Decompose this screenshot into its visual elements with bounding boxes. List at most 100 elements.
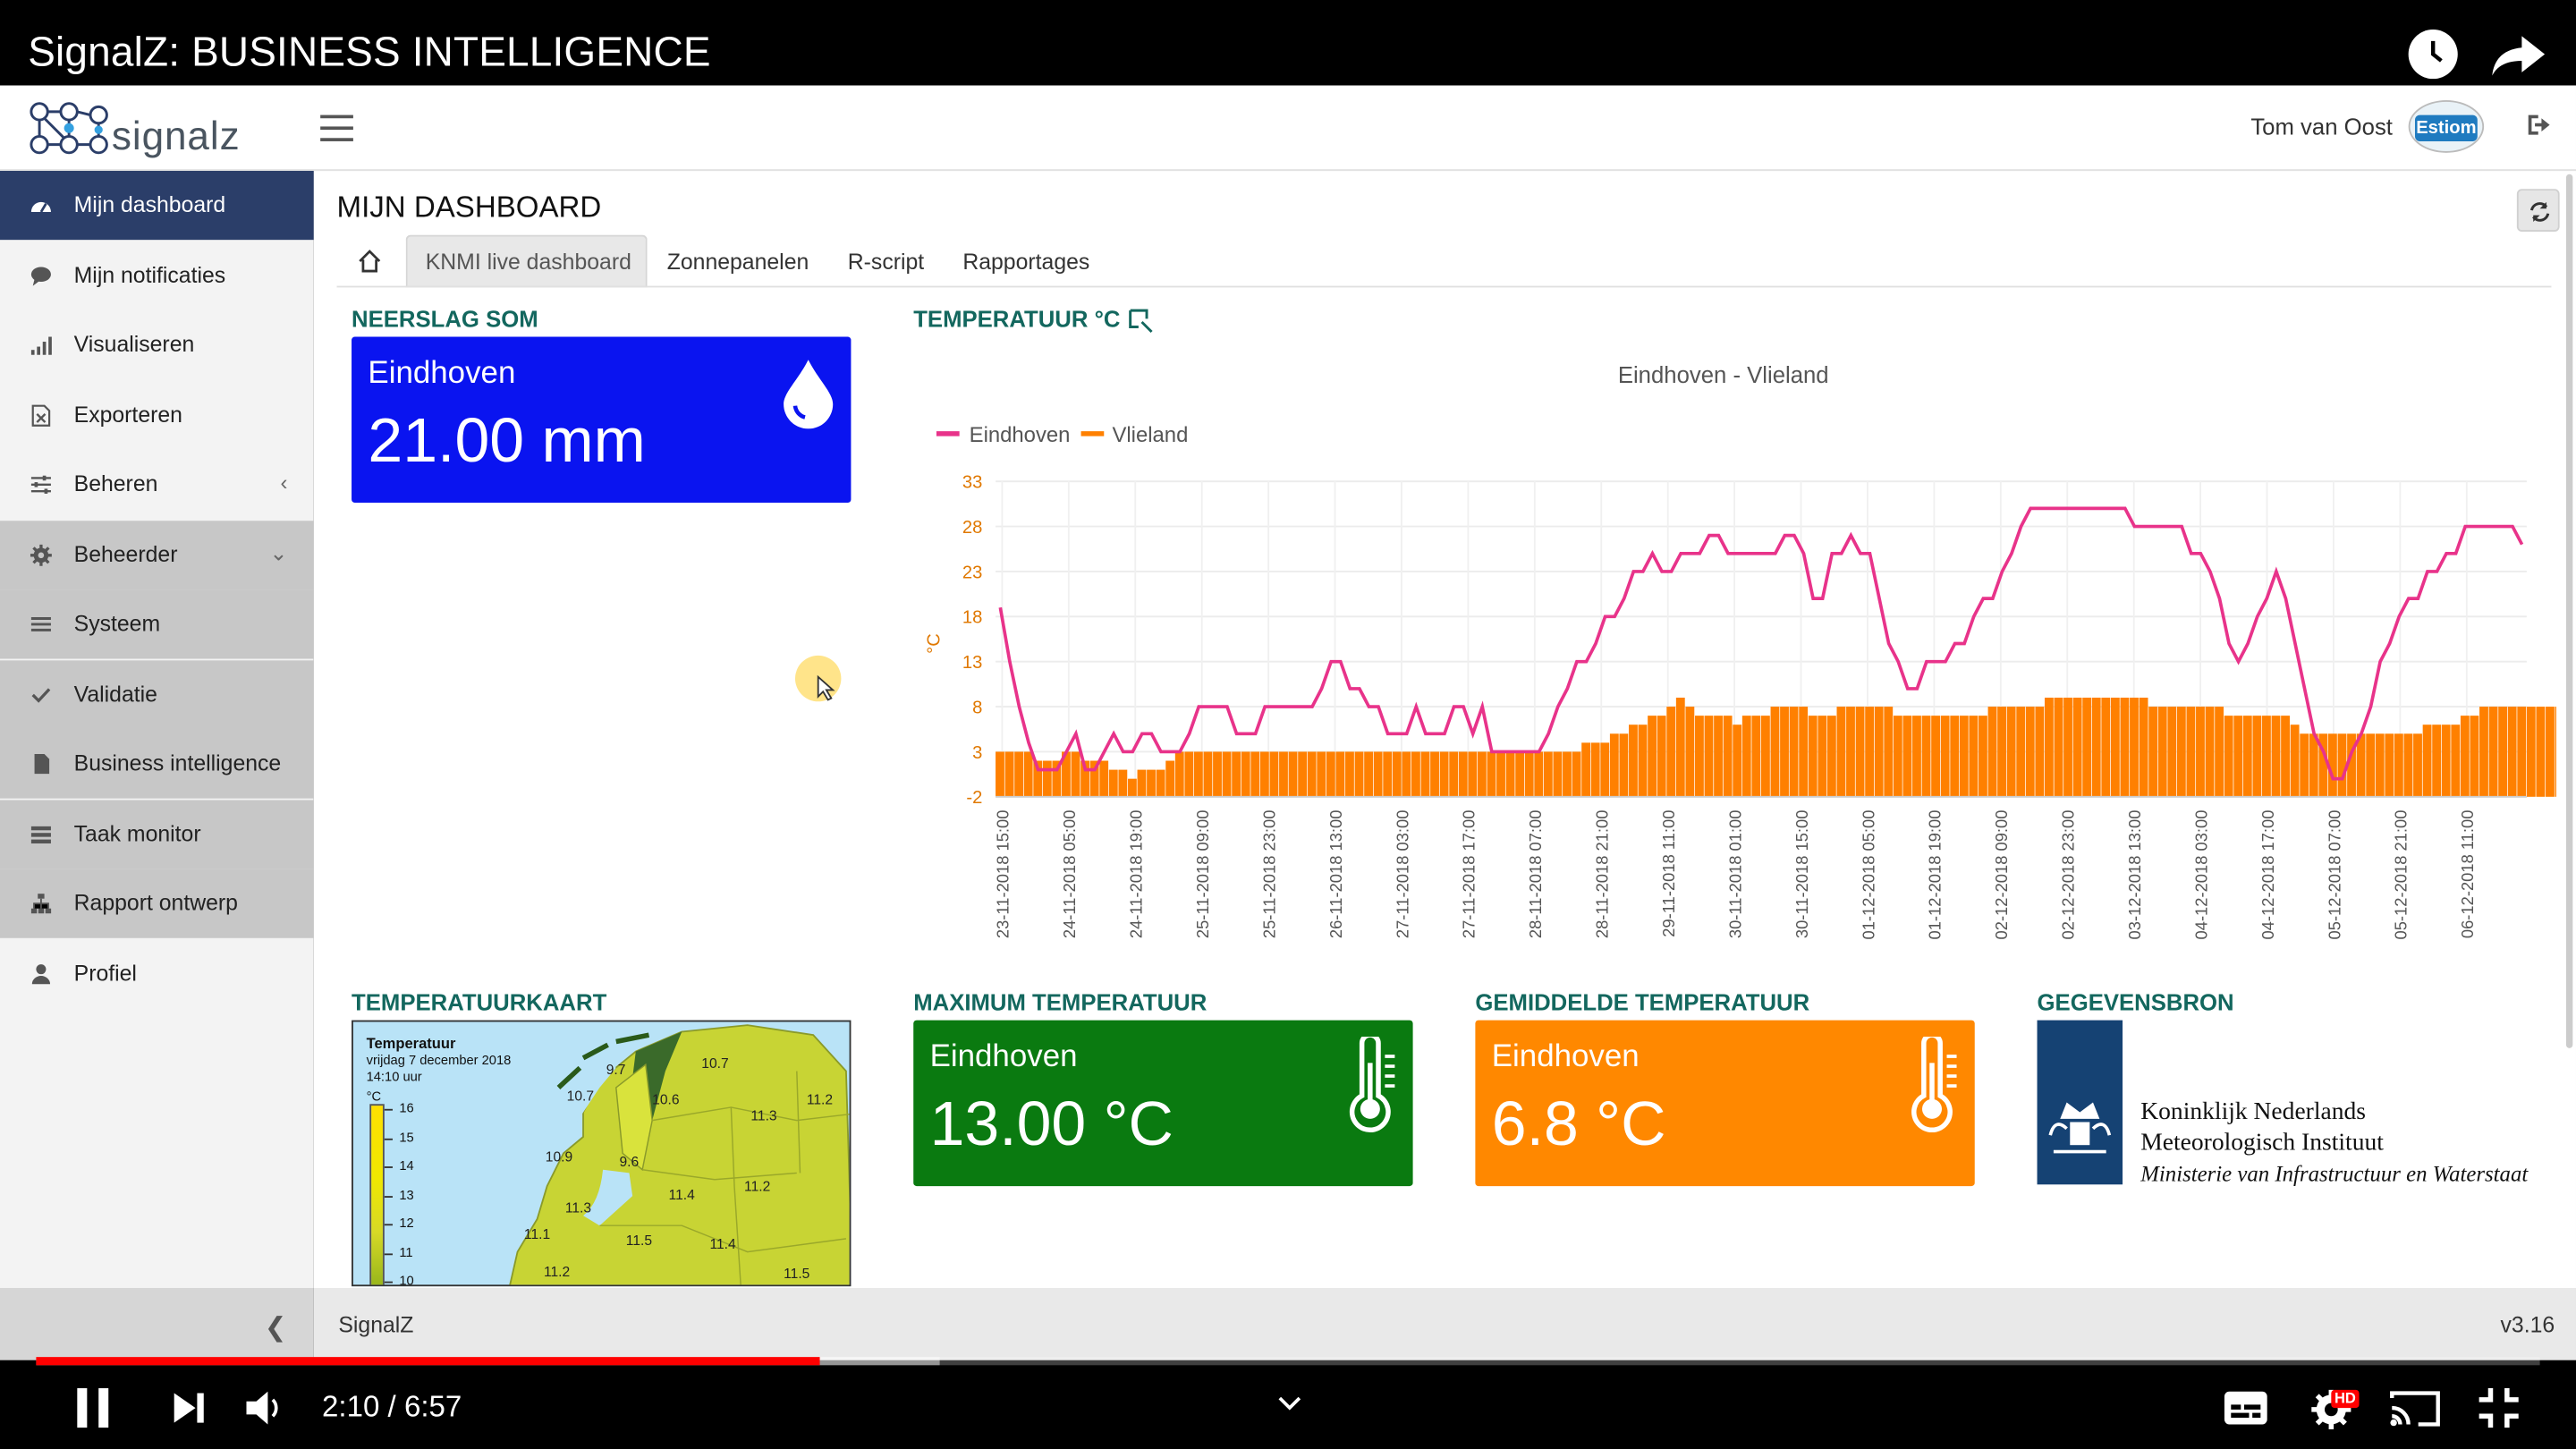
tab-label: KNMI live dashboard bbox=[425, 250, 631, 275]
sidebar-item-label: Visualiseren bbox=[73, 332, 195, 357]
x-tick-label: 01-12-2018 19:00 bbox=[1926, 810, 1945, 940]
vlieland-bar bbox=[1174, 751, 1184, 797]
home-tab[interactable] bbox=[357, 248, 383, 283]
hamburger-menu-icon[interactable] bbox=[320, 114, 353, 141]
x-tick-label: 02-12-2018 09:00 bbox=[1992, 810, 2011, 940]
pause-button[interactable] bbox=[75, 1388, 111, 1428]
user-name[interactable]: Tom van Oost bbox=[2250, 114, 2393, 140]
vlieland-bar bbox=[1950, 716, 1960, 797]
chart-zoom-icon[interactable] bbox=[1127, 307, 1153, 334]
vlieland-bar bbox=[1165, 760, 1175, 797]
vlieland-bar bbox=[1004, 751, 1014, 797]
vlieland-bar bbox=[1298, 751, 1308, 797]
vlieland-bar bbox=[2233, 716, 2243, 797]
knmi-ministry: Ministerie van Infrastructuur en Waterst… bbox=[2140, 1161, 2529, 1187]
sidebar-item-validatie[interactable]: Validatie bbox=[0, 659, 314, 729]
video-progress-bar[interactable] bbox=[36, 1357, 820, 1366]
vlieland-bar bbox=[1572, 751, 1581, 797]
x-tick-label: 26-11-2018 13:00 bbox=[1326, 810, 1345, 939]
sidebar-item-visualiseren[interactable]: Visualiseren bbox=[0, 310, 314, 379]
vlieland-bar bbox=[1354, 751, 1364, 797]
vlieland-bar bbox=[2242, 716, 2252, 797]
dashboard-icon bbox=[30, 194, 53, 217]
vlieland-bar bbox=[2016, 707, 2026, 797]
vlieland-bar bbox=[2101, 697, 2111, 797]
tile-city: Eindhoven bbox=[929, 1039, 1078, 1075]
sidebar-item-rapport-ontwerp[interactable]: Rapport ontwerp bbox=[0, 869, 314, 938]
sidebar-item-taak-monitor[interactable]: Taak monitor bbox=[0, 799, 314, 869]
vlieland-bar bbox=[2224, 716, 2233, 797]
vlieland-bar bbox=[2006, 707, 2016, 797]
watch-later-icon[interactable] bbox=[2408, 30, 2458, 80]
vlieland-bar bbox=[2546, 707, 2555, 797]
x-tick-label: 05-12-2018 07:00 bbox=[2325, 810, 2343, 940]
sitemap-icon bbox=[30, 892, 53, 915]
vlieland-bar bbox=[1411, 751, 1420, 797]
vlieland-bar bbox=[1657, 716, 1666, 797]
app-logo-text[interactable]: signalz bbox=[112, 115, 241, 161]
org-badge: Estiom bbox=[2414, 114, 2478, 141]
page-scrollbar[interactable] bbox=[2565, 174, 2573, 1048]
avg-temp-tile[interactable]: Eindhoven 6.8 °C bbox=[1475, 1020, 1975, 1187]
sidebar-item-beheerder[interactable]: Beheerder ⌄ bbox=[0, 520, 314, 589]
exit-fullscreen-icon[interactable] bbox=[2478, 1386, 2521, 1429]
subtitles-icon[interactable] bbox=[2223, 1390, 2268, 1426]
next-video-icon[interactable] bbox=[171, 1390, 207, 1426]
video-time: 2:10 / 6:57 bbox=[322, 1390, 462, 1425]
footer-brand: SignalZ bbox=[338, 1312, 414, 1338]
vlieland-bar bbox=[2422, 724, 2432, 797]
sidebar-item-exporteren[interactable]: Exporteren bbox=[0, 380, 314, 449]
share-icon[interactable] bbox=[2490, 33, 2546, 88]
vlieland-bar bbox=[2157, 707, 2167, 797]
map-legend-tick bbox=[384, 1166, 393, 1168]
temperature-chart[interactable]: Eindhoven - Vlieland Eindhoven Vlieland °C -… bbox=[913, 345, 2556, 970]
sidebar-item-systeem[interactable]: Systeem bbox=[0, 589, 314, 659]
vlieland-bar bbox=[1383, 751, 1393, 797]
signalz-logo-icon[interactable] bbox=[26, 98, 114, 169]
vlieland-bar bbox=[1543, 751, 1553, 797]
refresh-button[interactable] bbox=[2516, 189, 2560, 232]
tab-rapportages[interactable]: Rapportages bbox=[962, 250, 1089, 275]
video-title[interactable]: SignalZ: BUSINESS INTELLIGENCE bbox=[28, 30, 710, 77]
sidebar-item-profiel[interactable]: Profiel bbox=[0, 939, 314, 1008]
logout-icon[interactable] bbox=[2527, 112, 2556, 147]
vlieland-bar bbox=[1071, 751, 1080, 797]
tab-knmi-live-dashboard[interactable]: KNMI live dashboard bbox=[405, 234, 648, 288]
org-avatar[interactable]: Estiom bbox=[2408, 100, 2485, 153]
vlieland-bar bbox=[1685, 707, 1695, 797]
vlieland-bar bbox=[2186, 707, 2196, 797]
cast-icon[interactable] bbox=[2389, 1388, 2442, 1428]
neerslag-tile[interactable]: Eindhoven 21.00 mm bbox=[352, 336, 852, 504]
temperatuur-section-title: TEMPERATUUR °C bbox=[913, 305, 1121, 333]
x-tick-label: 25-11-2018 23:00 bbox=[1259, 810, 1278, 939]
vlieland-bar bbox=[1222, 751, 1232, 797]
vlieland-bar bbox=[1581, 742, 1591, 797]
vlieland-bar bbox=[1733, 724, 1742, 797]
max-temp-tile[interactable]: Eindhoven 13.00 °C bbox=[913, 1020, 1413, 1187]
sidebar-item-label: Profiel bbox=[73, 960, 137, 986]
collapse-sidebar-icon[interactable]: ❮ bbox=[265, 1311, 287, 1344]
sidebar-item-beheren[interactable]: Beheren ‹ bbox=[0, 450, 314, 519]
chevron-down-icon[interactable] bbox=[1276, 1394, 1302, 1411]
vlieland-bar bbox=[1232, 751, 1241, 797]
vlieland-bar bbox=[1373, 751, 1383, 797]
tab-zonnepanelen[interactable]: Zonnepanelen bbox=[667, 250, 809, 275]
sidebar-item-mijn-dashboard[interactable]: Mijn dashboard bbox=[0, 171, 314, 241]
sidebar-item-label: Validatie bbox=[73, 681, 157, 706]
tab-r-script[interactable]: R-script bbox=[848, 250, 924, 275]
time-total: 6:57 bbox=[403, 1389, 462, 1423]
map-legend-tick bbox=[384, 1108, 393, 1111]
vlieland-bar bbox=[2488, 707, 2498, 797]
vlieland-bar bbox=[1826, 716, 1836, 797]
vlieland-bar bbox=[2413, 733, 2422, 797]
temperatuurkaart-section-title: TEMPERATUURKAART bbox=[352, 988, 607, 1016]
temperature-map[interactable]: Temperatuur vrijdag 7 december 2018 14:1… bbox=[352, 1020, 852, 1287]
map-station-label: 11.3 bbox=[564, 1199, 592, 1216]
volume-icon[interactable] bbox=[243, 1388, 289, 1428]
x-tick-label: 23-11-2018 15:00 bbox=[994, 810, 1013, 939]
sidebar-item-mijn-notificaties[interactable]: Mijn notificaties bbox=[0, 241, 314, 309]
knmi-logo[interactable] bbox=[2037, 1020, 2123, 1185]
vlieland-bar bbox=[1874, 707, 1884, 797]
vlieland-bar bbox=[1250, 751, 1260, 797]
sidebar-item-business-intelligence[interactable]: Business intelligence bbox=[0, 729, 314, 799]
